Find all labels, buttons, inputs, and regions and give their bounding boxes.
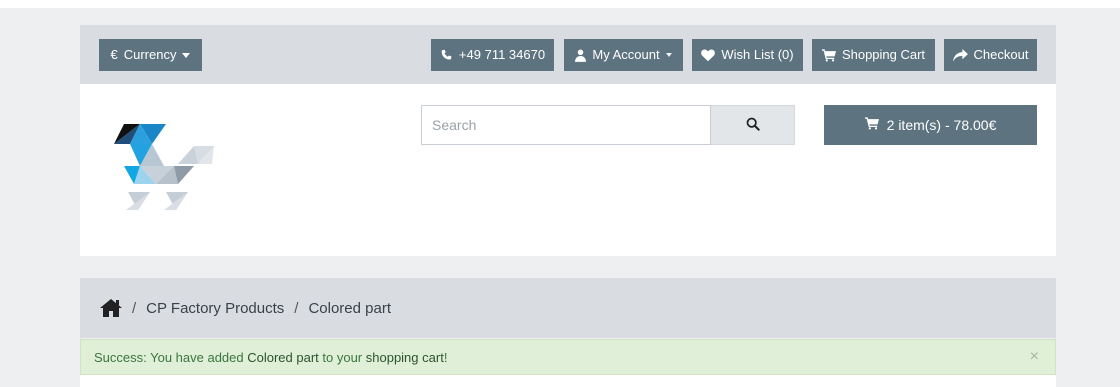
top-nav-bar: € Currency +49 711 34670 My Account Wish…	[80, 25, 1056, 84]
alert-cart-link[interactable]: shopping cart	[366, 350, 444, 365]
search-input[interactable]	[422, 106, 710, 144]
alert-middle: to your	[318, 349, 366, 365]
shopping-cart-label: Shopping Cart	[841, 47, 926, 62]
breadcrumb: / CP Factory Products / Colored part	[80, 278, 1056, 338]
cart-icon	[821, 48, 836, 62]
shopping-cart-button[interactable]: Shopping Cart	[812, 39, 935, 71]
wish-list-button[interactable]: Wish List (0)	[692, 39, 803, 71]
phone-number: +49 711 34670	[458, 47, 546, 62]
my-account-button[interactable]: My Account	[564, 39, 683, 71]
search-button[interactable]	[711, 105, 795, 145]
cart-summary-label: 2 item(s) - 78.00€	[886, 117, 997, 133]
caret-down-icon	[182, 52, 191, 58]
home-icon[interactable]	[100, 299, 122, 317]
my-account-label: My Account	[592, 47, 660, 62]
breadcrumb-item-cp-factory-products[interactable]: CP Factory Products	[146, 300, 284, 317]
content-area	[80, 375, 1056, 387]
wish-list-label: Wish List (0)	[721, 47, 794, 62]
checkout-label: Checkout	[973, 47, 1029, 62]
checkout-button[interactable]: Checkout	[944, 39, 1037, 71]
search-box	[421, 105, 711, 145]
search-icon	[746, 117, 760, 134]
user-icon	[575, 49, 587, 62]
breadcrumb-item-colored-part[interactable]: Colored part	[308, 300, 391, 317]
heart-icon	[701, 48, 716, 62]
alert-product-link[interactable]: Colored part	[247, 350, 319, 365]
share-arrow-icon	[952, 48, 968, 62]
currency-dropdown-button[interactable]: € Currency	[99, 39, 202, 71]
cart-icon	[864, 117, 879, 133]
cart-summary-button[interactable]: 2 item(s) - 78.00€	[824, 105, 1037, 145]
page-top-strip	[0, 0, 1120, 8]
store-logo[interactable]	[114, 124, 224, 216]
alert-prefix: Success: You have added	[94, 349, 248, 365]
phone-button[interactable]: +49 711 34670	[431, 39, 554, 71]
breadcrumb-separator: /	[132, 299, 137, 317]
caret-down-icon	[665, 53, 672, 57]
phone-icon	[440, 49, 453, 62]
alert-suffix: !	[443, 349, 448, 365]
breadcrumb-separator: /	[294, 299, 299, 317]
euro-icon: €	[110, 47, 118, 62]
site-header: 2 item(s) - 78.00€	[80, 84, 1056, 256]
close-icon[interactable]: ×	[1030, 348, 1039, 366]
currency-label: Currency	[123, 47, 177, 62]
success-alert: Success: You have added Colored part to …	[80, 339, 1056, 375]
